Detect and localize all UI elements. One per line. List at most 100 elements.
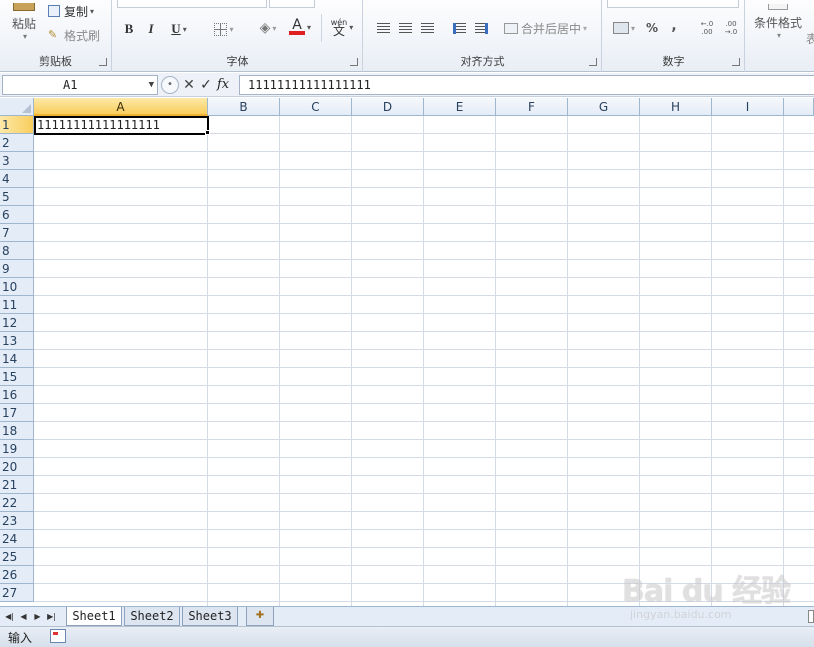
sheet-tab-sheet1[interactable]: Sheet1 <box>66 607 122 626</box>
gridline-horizontal <box>34 187 814 188</box>
column-header-partial[interactable] <box>784 98 814 116</box>
outdent-icon <box>452 22 466 34</box>
column-header-e[interactable]: E <box>424 98 496 116</box>
column-header-b[interactable]: B <box>208 98 280 116</box>
gridline-horizontal <box>34 601 814 602</box>
row-header-5[interactable]: 5 <box>0 188 34 206</box>
row-header-16[interactable]: 16 <box>0 386 34 404</box>
sheet-tab-sheet2[interactable]: Sheet2 <box>124 607 180 626</box>
conditional-format-button[interactable]: 条件格式 ▾ <box>750 0 806 44</box>
row-header-11[interactable]: 11 <box>0 296 34 314</box>
enter-icon[interactable]: ✓ <box>199 76 213 94</box>
merge-center-button[interactable]: 合并后居中 ▾ <box>504 19 587 37</box>
chevron-down-icon: ▾ <box>90 6 95 16</box>
insert-sheet-icon[interactable]: ✚ <box>246 607 274 626</box>
format-painter-button[interactable]: ✎ 格式刷 <box>48 26 100 44</box>
decrease-indent-button[interactable] <box>450 20 468 36</box>
row-header-17[interactable]: 17 <box>0 404 34 422</box>
font-color-button[interactable]: A ▾ <box>285 16 315 38</box>
horizontal-scrollbar-split[interactable] <box>808 610 814 623</box>
row-header-18[interactable]: 18 <box>0 422 34 440</box>
number-group-label: 数字 <box>662 55 685 68</box>
copy-button[interactable]: 复制 ▾ <box>48 2 94 20</box>
fill-handle[interactable] <box>205 130 210 135</box>
decrease-decimal-button[interactable]: .00 →.0 <box>721 18 741 38</box>
row-header-8[interactable]: 8 <box>0 242 34 260</box>
column-header-c[interactable]: C <box>280 98 352 116</box>
row-header-27[interactable]: 27 <box>0 584 34 602</box>
dialog-launcher-icon[interactable] <box>589 58 597 66</box>
phonetic-button[interactable]: wén 文 ▾ <box>325 16 359 38</box>
insert-function-button[interactable]: fx <box>217 76 235 94</box>
gridline-horizontal <box>34 259 814 260</box>
increase-decimal-button[interactable]: ←.0 .00 <box>697 18 717 38</box>
row-header-24[interactable]: 24 <box>0 530 34 548</box>
row-header-20[interactable]: 20 <box>0 458 34 476</box>
row-header-13[interactable]: 13 <box>0 332 34 350</box>
gridline-vertical <box>783 116 784 606</box>
row-header-9[interactable]: 9 <box>0 260 34 278</box>
macro-record-icon[interactable] <box>50 629 66 643</box>
number-format-box[interactable] <box>607 0 739 8</box>
active-cell-a1[interactable]: 11111111111111111 <box>34 116 209 135</box>
row-header-4[interactable]: 4 <box>0 170 34 188</box>
formula-bar-grip-icon[interactable]: • <box>161 76 179 94</box>
align-center-button[interactable] <box>396 20 414 36</box>
row-header-6[interactable]: 6 <box>0 206 34 224</box>
next-sheet-icon[interactable]: ▶ <box>32 609 43 624</box>
prev-sheet-icon[interactable]: ◀ <box>18 609 29 624</box>
accounting-format-button[interactable]: ▾ <box>609 18 639 38</box>
row-header-23[interactable]: 23 <box>0 512 34 530</box>
row-header-22[interactable]: 22 <box>0 494 34 512</box>
row-header-10[interactable]: 10 <box>0 278 34 296</box>
border-icon <box>214 22 228 36</box>
italic-button[interactable]: I <box>143 20 159 38</box>
row-header-15[interactable]: 15 <box>0 368 34 386</box>
borders-button[interactable]: ▾ <box>209 20 239 38</box>
name-box[interactable]: A1 ▼ <box>2 75 158 95</box>
bold-button[interactable]: B <box>121 20 137 38</box>
row-header-2[interactable]: 2 <box>0 134 34 152</box>
dialog-launcher-icon[interactable] <box>99 58 107 66</box>
align-right-button[interactable] <box>418 20 436 36</box>
copy-label: 复制 <box>64 4 89 19</box>
fill-color-button[interactable]: ◈ ▾ <box>253 18 283 38</box>
underline-button[interactable]: U ▾ <box>165 20 193 38</box>
format-as-table-label[interactable]: 表 <box>806 30 814 47</box>
comma-button[interactable]: , <box>667 16 681 36</box>
row-header-3[interactable]: 3 <box>0 152 34 170</box>
sheet-tab-sheet3[interactable]: Sheet3 <box>182 607 238 626</box>
font-name-box[interactable] <box>117 0 267 8</box>
chevron-down-icon[interactable]: ▼ <box>149 76 154 94</box>
align-left-button[interactable] <box>374 20 392 36</box>
column-header-d[interactable]: D <box>352 98 424 116</box>
paste-button[interactable]: 粘贴 ▾ <box>4 0 44 44</box>
column-header-f[interactable]: F <box>496 98 568 116</box>
row-header-26[interactable]: 26 <box>0 566 34 584</box>
row-header-19[interactable]: 19 <box>0 440 34 458</box>
first-sheet-icon[interactable]: ◀| <box>4 609 15 624</box>
row-header-7[interactable]: 7 <box>0 224 34 242</box>
worksheet-grid[interactable]: ABCDEFGHI 1 2 3 4 5 6 7 8 9 10 11 12 13 14 15 16 17 18 19 2… <box>0 98 814 606</box>
percent-button[interactable]: % <box>643 18 661 38</box>
column-header-g[interactable]: G <box>568 98 640 116</box>
font-size-box[interactable] <box>269 0 315 8</box>
column-header-a[interactable]: A <box>34 98 208 116</box>
increase-indent-button[interactable] <box>472 20 490 36</box>
row-header-12[interactable]: 12 <box>0 314 34 332</box>
formula-input[interactable]: 11111111111111111 <box>239 75 814 95</box>
dialog-launcher-icon[interactable] <box>350 58 358 66</box>
column-header-h[interactable]: H <box>640 98 712 116</box>
dialog-launcher-icon[interactable] <box>732 58 740 66</box>
row-header-25[interactable]: 25 <box>0 548 34 566</box>
gridline-horizontal <box>34 151 814 152</box>
gridline-horizontal <box>34 223 814 224</box>
gridline-vertical <box>639 116 640 606</box>
row-header-1[interactable]: 1 <box>0 116 34 134</box>
row-header-21[interactable]: 21 <box>0 476 34 494</box>
column-header-i[interactable]: I <box>712 98 784 116</box>
cancel-icon[interactable]: ✕ <box>182 76 196 94</box>
row-header-14[interactable]: 14 <box>0 350 34 368</box>
select-all-button[interactable] <box>0 98 34 116</box>
last-sheet-icon[interactable]: ▶| <box>46 609 57 624</box>
